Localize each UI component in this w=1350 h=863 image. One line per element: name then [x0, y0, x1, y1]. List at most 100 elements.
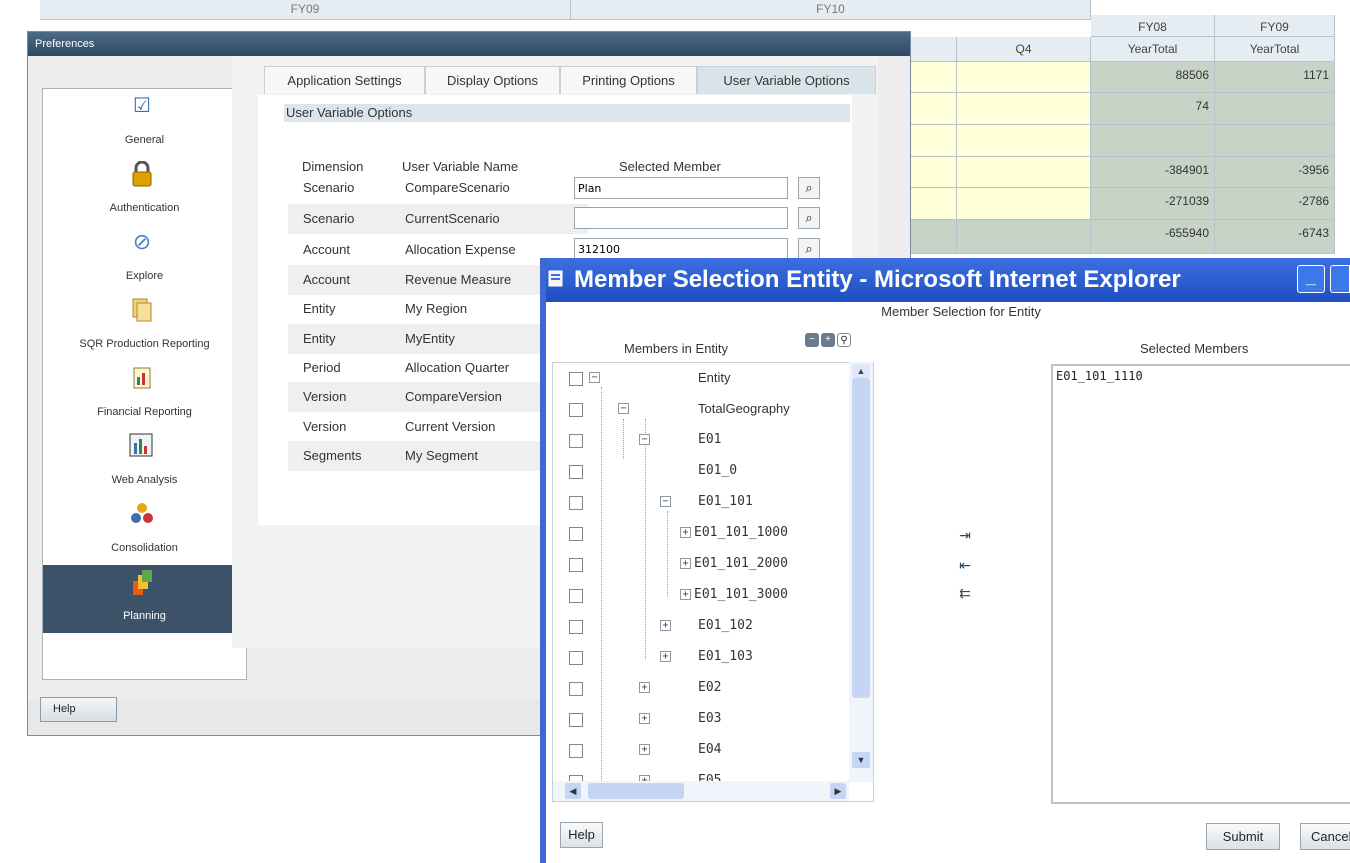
grid-cell[interactable]: [957, 125, 1091, 157]
sidebar-item-web-analysis[interactable]: Web Analysis: [43, 429, 246, 497]
sidebar-item-general[interactable]: ☑ General: [43, 89, 246, 157]
tab-application-settings[interactable]: Application Settings: [264, 66, 425, 94]
help-button[interactable]: Help: [40, 697, 117, 722]
collapse-icon[interactable]: −: [589, 372, 600, 383]
member-search-icon[interactable]: ⌕: [798, 207, 820, 229]
tree-checkbox[interactable]: [569, 403, 583, 417]
remove-member-icon[interactable]: ⇤: [957, 557, 973, 573]
maximize-icon[interactable]: [1330, 265, 1350, 293]
expand-icon[interactable]: +: [660, 620, 671, 631]
sidebar-item-planning[interactable]: Planning: [43, 565, 246, 633]
grid-cell[interactable]: [1215, 125, 1335, 157]
tree-checkbox[interactable]: [569, 620, 583, 634]
grid-cell[interactable]: [957, 157, 1091, 188]
tree-node[interactable]: − E01_101: [553, 487, 853, 518]
tab-printing-options[interactable]: Printing Options: [560, 66, 697, 94]
grid-cell[interactable]: -271039: [1091, 188, 1215, 220]
tree-checkbox[interactable]: [569, 589, 583, 603]
grid-cell[interactable]: [911, 125, 957, 157]
grid-cell[interactable]: [957, 62, 1091, 93]
scroll-left-icon[interactable]: ◀: [565, 783, 581, 799]
tree-checkbox[interactable]: [569, 682, 583, 696]
scroll-down-icon[interactable]: ▼: [852, 752, 870, 768]
tree-node[interactable]: + E02: [553, 673, 853, 704]
find-icon[interactable]: ⚲: [837, 333, 851, 347]
scrollbar-thumb[interactable]: [852, 378, 870, 698]
selected-member-input[interactable]: [574, 238, 788, 260]
member-search-icon[interactable]: ⌕: [798, 177, 820, 199]
tree-checkbox[interactable]: [569, 527, 583, 541]
tree-node[interactable]: + E01_101_2000: [553, 549, 853, 580]
collapse-icon[interactable]: −: [805, 333, 819, 347]
remove-all-members-icon[interactable]: ⇇: [957, 585, 973, 601]
sidebar-item-financial-reporting[interactable]: Financial Reporting: [43, 361, 246, 429]
tree-node[interactable]: + E01_103: [553, 642, 853, 673]
grid-cell[interactable]: -2786: [1215, 188, 1335, 220]
selected-member-input[interactable]: [574, 207, 788, 229]
tree-checkbox[interactable]: [569, 372, 583, 386]
grid-cell[interactable]: [1215, 93, 1335, 125]
scroll-up-icon[interactable]: ▲: [852, 364, 870, 378]
grid-cell[interactable]: [957, 188, 1091, 220]
submit-button[interactable]: Submit: [1206, 823, 1280, 850]
tree-node[interactable]: + E04: [553, 735, 853, 766]
sidebar-item-explore[interactable]: ⊘ Explore: [43, 225, 246, 293]
column-header-yeartotal[interactable]: YearTotal: [1215, 37, 1335, 62]
tab-display-options[interactable]: Display Options: [425, 66, 560, 94]
grid-cell[interactable]: [957, 93, 1091, 125]
column-header-q4[interactable]: Q4: [957, 37, 1091, 62]
grid-cell[interactable]: [911, 188, 957, 220]
collapse-icon[interactable]: −: [618, 403, 629, 414]
expand-icon[interactable]: +: [680, 527, 691, 538]
grid-cell[interactable]: -384901: [1091, 157, 1215, 188]
sidebar-item-consolidation[interactable]: Consolidation: [43, 497, 246, 565]
tab-user-variable-options[interactable]: User Variable Options: [697, 66, 876, 94]
column-header-yeartotal[interactable]: YearTotal: [1091, 37, 1215, 62]
tree-node[interactable]: + E01_101_3000: [553, 580, 853, 611]
grid-cell[interactable]: -3956: [1215, 157, 1335, 188]
member-search-icon[interactable]: ⌕: [798, 238, 820, 260]
help-button[interactable]: Help: [560, 822, 603, 848]
minimize-icon[interactable]: _: [1297, 265, 1325, 293]
expand-icon[interactable]: +: [639, 682, 650, 693]
tree-node[interactable]: + E01_102: [553, 611, 853, 642]
tree-checkbox[interactable]: [569, 713, 583, 727]
grid-cell[interactable]: [911, 93, 957, 125]
tree-node[interactable]: E01_0: [553, 456, 853, 487]
tree-node[interactable]: + E03: [553, 704, 853, 735]
tree-checkbox[interactable]: [569, 651, 583, 665]
collapse-icon[interactable]: −: [660, 496, 671, 507]
selected-member-item[interactable]: E01_101_1110: [1056, 369, 1143, 383]
collapse-icon[interactable]: −: [639, 434, 650, 445]
tree-checkbox[interactable]: [569, 558, 583, 572]
expand-icon[interactable]: +: [639, 713, 650, 724]
grid-cell[interactable]: [1091, 125, 1215, 157]
grid-cell[interactable]: [911, 157, 957, 188]
grid-cell[interactable]: -655940: [1091, 220, 1215, 254]
expand-icon[interactable]: +: [680, 589, 691, 600]
selected-member-input[interactable]: [574, 177, 788, 199]
expand-icon[interactable]: +: [821, 333, 835, 347]
add-member-icon[interactable]: ⇥: [957, 527, 973, 543]
grid-cell[interactable]: 74: [1091, 93, 1215, 125]
grid-cell[interactable]: [957, 220, 1091, 254]
tree-node[interactable]: − Entity: [553, 363, 853, 394]
grid-cell[interactable]: -6743: [1215, 220, 1335, 254]
grid-cell[interactable]: 1171: [1215, 62, 1335, 93]
selected-members-list[interactable]: [1051, 364, 1350, 804]
tree-checkbox[interactable]: [569, 496, 583, 510]
tree-node[interactable]: + E01_101_1000: [553, 518, 853, 549]
sidebar-item-authentication[interactable]: Authentication: [43, 157, 246, 225]
sidebar-item-sqr-production-reporting[interactable]: SQR Production Reporting: [43, 293, 246, 361]
grid-cell[interactable]: 88506: [1091, 62, 1215, 93]
scroll-right-icon[interactable]: ▶: [830, 783, 846, 799]
cancel-button[interactable]: Cancel: [1300, 823, 1350, 850]
grid-cell[interactable]: [911, 62, 957, 93]
tree-checkbox[interactable]: [569, 465, 583, 479]
tree-node[interactable]: − E01: [553, 425, 853, 456]
scrollbar-thumb[interactable]: [588, 783, 684, 799]
expand-icon[interactable]: +: [680, 558, 691, 569]
tree-checkbox[interactable]: [569, 744, 583, 758]
expand-icon[interactable]: +: [660, 651, 671, 662]
tree-node[interactable]: − TotalGeography: [553, 394, 853, 425]
